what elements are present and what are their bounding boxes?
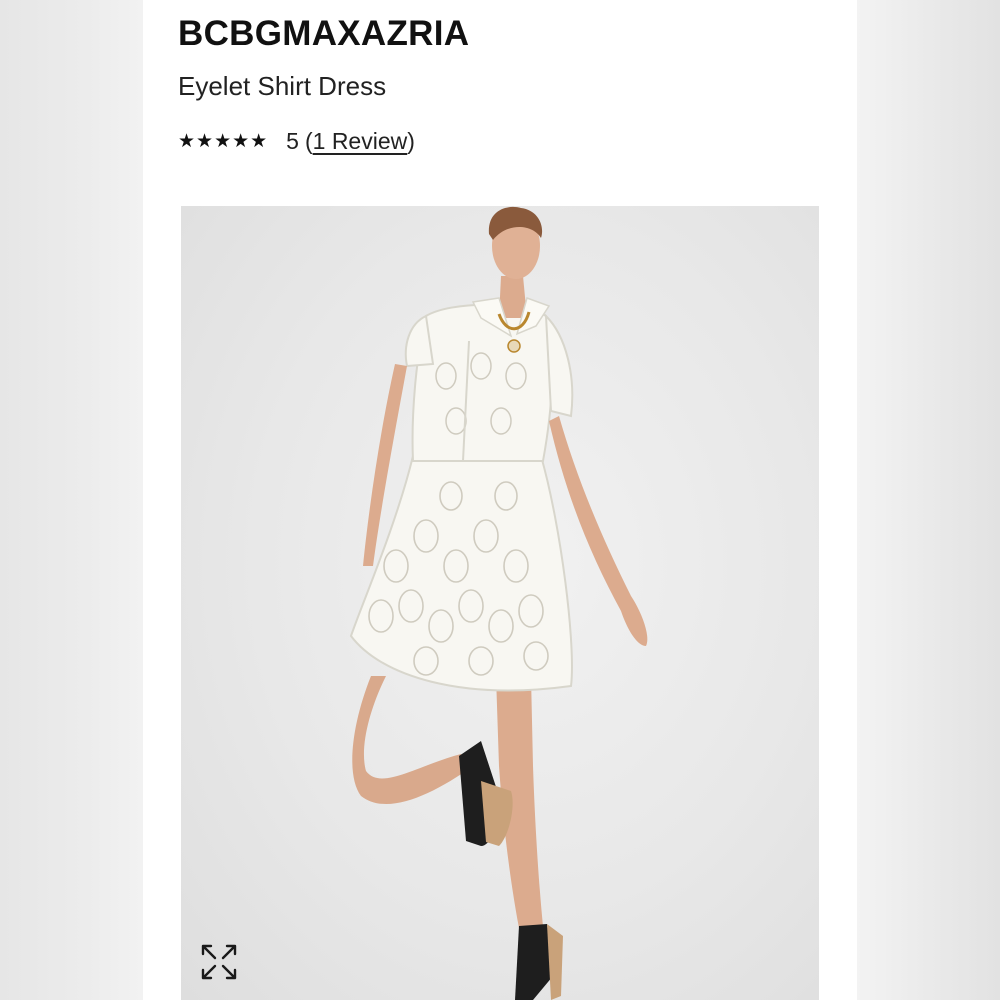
product-card: BCBGMAXAZRIA Eyelet Shirt Dress ★★★★★ 5 … — [143, 0, 857, 1000]
reviews-link[interactable]: 1 Review — [313, 128, 408, 155]
review-close-paren: ) — [407, 127, 415, 154]
rating-value: 5 — [286, 127, 299, 154]
review-open-paren: ( — [304, 127, 313, 154]
page-background-right — [857, 0, 1000, 1000]
product-title: Eyelet Shirt Dress — [178, 71, 387, 101]
model-illustration — [349, 206, 648, 1000]
star-rating-icon: ★★★★★ — [178, 130, 269, 152]
expand-icon[interactable] — [199, 942, 239, 982]
rating-row: ★★★★★ 5 ( 1 Review ) — [178, 126, 415, 156]
page-background-left — [0, 0, 143, 1000]
brand-name[interactable]: BCBGMAXAZRIA — [178, 14, 469, 54]
product-image[interactable] — [181, 206, 819, 1000]
